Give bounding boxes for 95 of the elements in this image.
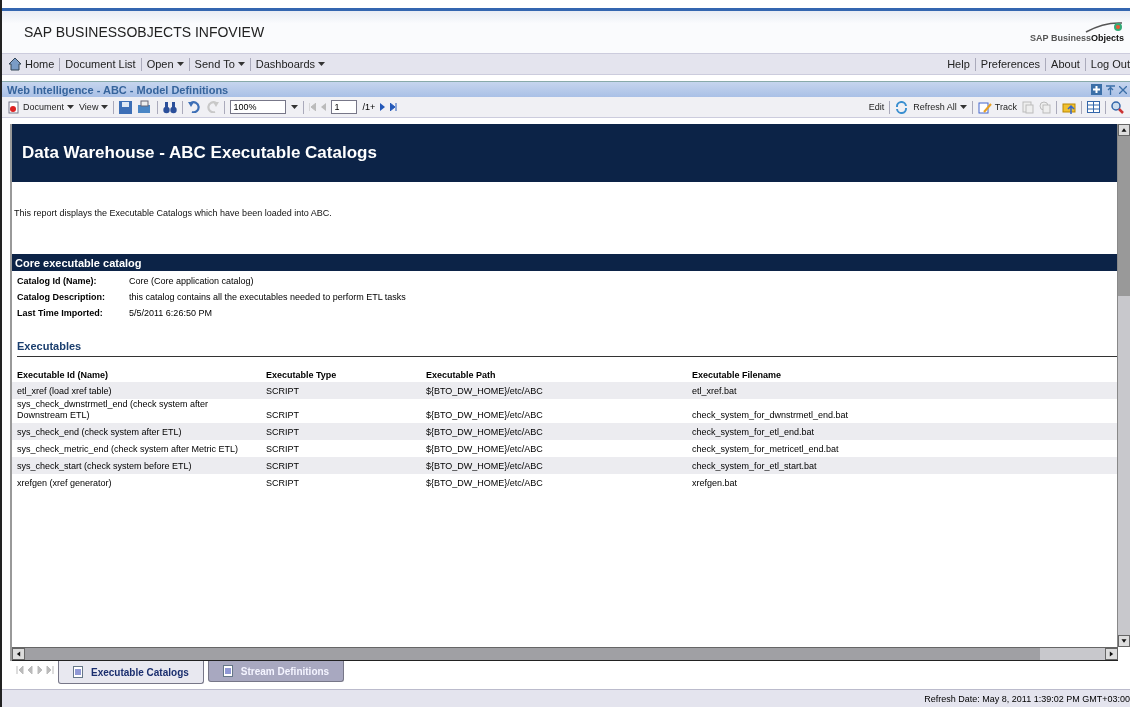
table-cell-text: check_system_for_dwnstrmetl_end.bat [692, 410, 850, 421]
table-cell-text: check_system_for_etl_end.bat [692, 427, 816, 438]
table-cell-text: sys_check_start (check system before ETL) [17, 461, 193, 472]
zoom-field[interactable]: 100% [230, 100, 287, 114]
page-total: /1+ [362, 102, 376, 112]
scroll-up-icon[interactable] [1118, 124, 1130, 136]
table-cell-text: SCRIPT [266, 478, 300, 489]
pin-icon[interactable] [1106, 84, 1115, 95]
caret-icon[interactable] [959, 105, 967, 109]
table-cell-text: SCRIPT [266, 461, 300, 472]
scroll-left-icon[interactable] [12, 648, 25, 660]
field-label: Catalog Description: [17, 292, 106, 302]
document-icon[interactable] [222, 665, 233, 677]
undo-icon[interactable] [188, 101, 202, 113]
table-cell-text: etl_xref (load xref table) [17, 386, 113, 397]
maximize-icon[interactable] [1091, 84, 1102, 95]
column-header: Executable Filename [692, 370, 783, 380]
folder-icon[interactable] [1062, 100, 1076, 114]
table-cell-text: ${BTO_DW_HOME}/etc/ABC [426, 386, 544, 397]
nav-link[interactable]: Document List [65, 58, 136, 70]
binoculars-icon[interactable] [163, 100, 178, 114]
next-page-icon[interactable] [380, 103, 386, 111]
document-icon[interactable] [73, 666, 83, 678]
caret-icon[interactable] [318, 62, 326, 66]
horizontal-scrollbar[interactable] [12, 647, 1118, 661]
table-cell-text: sys_check_metric_end (check system after Metric ETL) [17, 444, 240, 455]
table-cell-text: xrefgen (xref generator) [17, 478, 113, 489]
column-header: Executable Path [426, 370, 497, 380]
table-cell-text: SCRIPT [266, 386, 300, 397]
nav-link[interactable]: Dashboards [255, 58, 326, 70]
document-icon [1022, 100, 1034, 114]
vertical-scrollbar[interactable] [1117, 124, 1130, 647]
table-cell-text: SCRIPT [266, 427, 300, 438]
caret-icon[interactable] [101, 105, 109, 109]
report-title: Data Warehouse - ABC Executable Catalogs [22, 143, 377, 163]
nav-link[interactable]: Log Out [1090, 58, 1130, 70]
caret-icon[interactable] [176, 62, 184, 66]
table-cell-text: etl_xref.bat [692, 386, 738, 397]
column-header: Executable Type [266, 370, 338, 380]
field-value: this catalog contains all the executables needed to perform ETL tasks [129, 292, 406, 302]
nav-link[interactable]: About [1051, 58, 1080, 70]
document-icon[interactable] [8, 100, 20, 114]
table-cell-text: SCRIPT [266, 444, 300, 455]
table-cell-text: SCRIPT [266, 410, 300, 421]
field-value: 5/5/2011 6:26:50 PM [129, 308, 213, 318]
close-icon[interactable] [1119, 85, 1127, 94]
column-header: Executable Id (Name) [17, 370, 110, 380]
refresh-icon[interactable] [895, 100, 909, 114]
section-title: Core executable catalog [15, 256, 142, 269]
document-icon [1039, 100, 1051, 114]
caret-icon[interactable] [67, 105, 75, 109]
house-icon[interactable] [8, 57, 22, 71]
table-cell-text: sys_check_end (check system after ETL) [17, 427, 183, 438]
scroll-down-icon[interactable] [1118, 635, 1130, 647]
table-cell-text: ${BTO_DW_HOME}/etc/ABC [426, 410, 544, 421]
scroll-right-icon[interactable] [1105, 648, 1118, 660]
nav-link[interactable]: Help [947, 58, 970, 70]
table-cell-text: ${BTO_DW_HOME}/etc/ABC [426, 427, 544, 438]
table-cell-text: xrefgen.bat [692, 478, 739, 489]
table-cell-text: ${BTO_DW_HOME}/etc/ABC [426, 478, 544, 489]
table-cell-text: check_system_for_metricetl_end.bat [692, 444, 840, 455]
field-value: Core (Core application catalog) [129, 276, 255, 286]
field-label: Catalog Id (Name): [17, 276, 98, 286]
table-cell-text: check_system_for_etl_start.bat [692, 461, 818, 472]
window-title: Web Intelligence - ABC - Model Definitions [7, 83, 229, 96]
nav-link[interactable]: Send To [194, 58, 245, 70]
table-icon[interactable] [1087, 101, 1100, 113]
tab-navigation-icon [16, 665, 54, 675]
page-field[interactable]: 1 [331, 100, 358, 114]
previous-page-icon [321, 103, 327, 111]
refresh-date: Refresh Date: May 8, 2011 1:39:02 PM GMT+03:00 [924, 693, 1130, 704]
caret-icon[interactable] [237, 62, 245, 66]
report-description: This report displays the Executable Catalogs which have been loaded into ABC. [14, 208, 333, 218]
refresh-all-menu[interactable]: Refresh All [913, 102, 967, 112]
app-title: SAP BUSINESSOBJECTS INFOVIEW [24, 24, 265, 40]
track-button[interactable]: Track [977, 100, 1017, 114]
table-cell-text: ${BTO_DW_HOME}/etc/ABC [426, 461, 544, 472]
table-title: Executables [17, 340, 1117, 357]
nav-link[interactable]: Open [146, 58, 184, 70]
save-icon[interactable] [119, 100, 133, 114]
dropdown-icon[interactable] [291, 105, 299, 109]
edit-button[interactable]: Edit [868, 102, 885, 112]
last-page-icon[interactable] [390, 103, 398, 111]
first-page-icon [309, 103, 317, 111]
field-label: Last Time Imported: [17, 308, 104, 318]
table-cell-text: ${BTO_DW_HOME}/etc/ABC [426, 444, 544, 455]
view-menu[interactable]: View [79, 102, 109, 112]
logo: SAP BusinessObjects [1030, 21, 1124, 43]
document-menu[interactable]: Document [8, 100, 75, 114]
nav-link[interactable]: Home [8, 57, 55, 71]
search-icon[interactable] [1111, 100, 1124, 114]
nav-link[interactable]: Preferences [980, 58, 1041, 70]
export-icon[interactable] [137, 100, 153, 114]
table-cell-text: sys_check_dwnstrmetl_end (check system after Downstream ETL) [17, 399, 210, 421]
report-tab[interactable]: Executable Catalogs [58, 661, 204, 684]
